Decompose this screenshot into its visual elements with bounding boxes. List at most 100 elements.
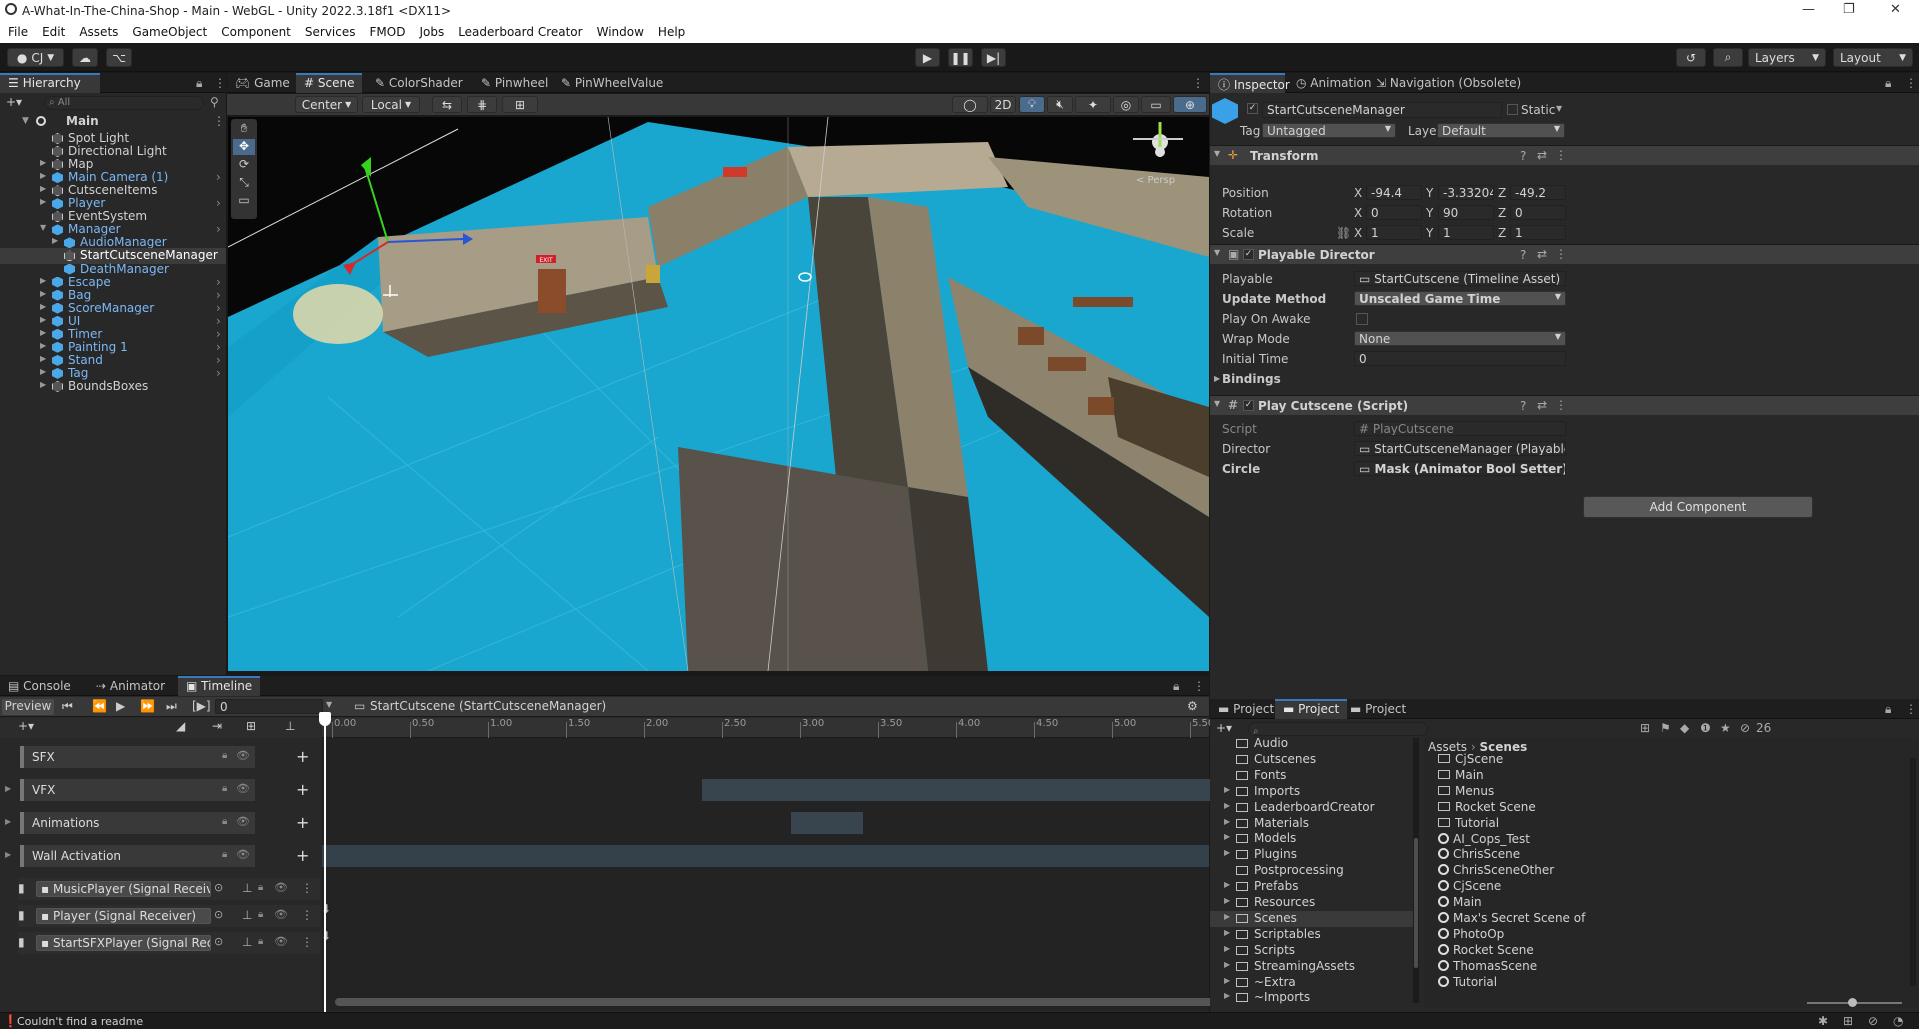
chevron-right-icon[interactable]: ▶ (1224, 880, 1230, 889)
lock-icon[interactable]: 🔒︎ (258, 936, 263, 947)
chevron-right-icon[interactable]: ▶ (1224, 928, 1230, 937)
tab-project-2[interactable]: ▬ Project (1275, 699, 1348, 719)
kebab-menu-icon[interactable]: ⋮ (301, 908, 313, 922)
tag-dropdown[interactable]: Untagged ▼ (1262, 123, 1396, 138)
chevron-right-icon[interactable]: ▶ (1224, 848, 1230, 857)
playable-director-header[interactable]: ▼ ▣ ✓ Playable Director ? ⇄ ⋮ (1210, 244, 1919, 264)
chevron-down-icon[interactable]: ▼ (326, 700, 332, 709)
eye-icon[interactable]: 👁︎ (274, 908, 288, 921)
project-subfolder-item[interactable]: Rocket Scene (1438, 800, 1908, 816)
project-subfolder-item[interactable]: Main (1438, 768, 1908, 784)
gear-icon[interactable]: ⚙ (1187, 699, 1198, 713)
chevron-right-icon[interactable]: ▶ (1214, 374, 1220, 383)
collab-button[interactable]: ⌥ (106, 48, 132, 67)
kebab-menu-icon[interactable]: ⋮ (1555, 398, 1567, 412)
chevron-right-icon[interactable]: ▶ (40, 302, 46, 311)
axis-z-label[interactable]: Z (1498, 226, 1506, 240)
signal-marker-icon[interactable]: ⬇ (321, 929, 331, 943)
kebab-menu-icon[interactable]: ⋮ (214, 76, 226, 90)
chevron-right-icon[interactable]: ▶ (40, 367, 46, 376)
scale-tool-icon[interactable]: ⤡ (233, 175, 255, 191)
tab-inspector[interactable]: ⓘ Inspector (1210, 73, 1290, 93)
increment-snap-button[interactable]: ⊞ (502, 96, 538, 113)
kebab-menu-icon[interactable]: ⋮ (1193, 679, 1205, 693)
hand-tool-icon[interactable]: ✋︎ (233, 121, 255, 137)
axis-x-label[interactable]: X (1354, 186, 1362, 200)
playable-field[interactable]: ▭ StartCutscene (Timeline Asset) (1354, 271, 1566, 286)
chevron-right-icon[interactable]: ▶ (1224, 896, 1230, 905)
transform-pos-z-field[interactable]: -49.2 (1510, 185, 1566, 200)
timeline-scrollbar[interactable] (335, 998, 1355, 1006)
lock-icon[interactable]: 🔒︎ (1885, 702, 1891, 717)
menu-leaderboard-creator[interactable]: Leaderboard Creator (450, 22, 588, 39)
add-clip-icon[interactable]: + (296, 747, 309, 766)
add-clip-icon[interactable]: + (296, 846, 309, 865)
tab-project-3[interactable]: ▬ Project (1342, 699, 1414, 719)
add-component-button[interactable]: Add Component (1583, 496, 1813, 518)
rect-tool-icon[interactable]: ▭ (233, 193, 255, 209)
lock-icon[interactable]: 🔒︎ (196, 76, 202, 91)
project-folder-item[interactable]: ▶ Prefabs (1210, 879, 1413, 895)
play-cutscene-header[interactable]: ▼ # ✓ Play Cutscene (Script) ? ⇄ ⋮ (1210, 395, 1919, 415)
preset-icon[interactable]: ⇄ (1537, 247, 1547, 261)
chevron-right-icon[interactable]: ▶ (5, 784, 11, 793)
project-folder-item[interactable]: ▶ Materials (1210, 816, 1413, 832)
tab-animation[interactable]: ◷ Animation (1288, 73, 1379, 93)
project-subfolder-item[interactable]: Menus (1438, 784, 1908, 800)
signal-receiver-field[interactable]: ▪ StartSFXPlayer (Signal Rece (36, 935, 211, 951)
space-dropdown[interactable]: Local ▼ (362, 96, 420, 113)
scene-asset-item[interactable]: PhotoOp (1438, 927, 1908, 943)
project-folder-item[interactable]: Cutscenes (1210, 752, 1413, 768)
toggle-2d-button[interactable]: 2D (990, 96, 1016, 113)
project-folder-item[interactable]: ▶ ~Imports (1210, 990, 1413, 1006)
chevron-right-icon[interactable]: ▶ (40, 197, 46, 206)
previous-frame-icon[interactable]: ⏪ (92, 699, 107, 713)
debug-icon[interactable]: ✱ (1818, 1014, 1828, 1028)
project-folder-item[interactable]: ▶ LeaderboardCreator (1210, 800, 1413, 816)
kebab-menu-icon[interactable]: ⋮ (213, 114, 225, 128)
pin-icon[interactable]: ⊥ (242, 935, 252, 949)
eye-icon[interactable]: 👁︎ (274, 935, 288, 948)
transform-scale-x-field[interactable]: 1 (1366, 225, 1422, 240)
loop-icon[interactable]: [▶] (192, 699, 211, 713)
timeline-track[interactable]: VFX 🔒︎ 👁︎ (20, 779, 255, 801)
hierarchy-scene-row[interactable]: ▼ Main ⋮ (0, 114, 226, 130)
layer-dropdown[interactable]: Default ▼ (1437, 123, 1565, 138)
kebab-menu-icon[interactable]: ⋮ (1555, 148, 1567, 162)
snap-icon[interactable]: ⊞ (246, 719, 256, 733)
kebab-menu-icon[interactable]: ⋮ (1905, 702, 1917, 716)
lock-icon[interactable]: 🔒︎ (222, 849, 227, 860)
audio-toggle[interactable]: 🔇︎ (1047, 96, 1073, 113)
lock-icon[interactable]: 🔒︎ (222, 783, 227, 794)
axis-z-label[interactable]: Z (1498, 186, 1506, 200)
scene-asset-item[interactable]: AI_Cops_Test (1438, 832, 1908, 848)
circle-field[interactable]: ▭ Mask (Animator Bool Setter) (1354, 461, 1566, 476)
menu-jobs[interactable]: Jobs (411, 22, 450, 39)
project-subfolder-item[interactable]: Tutorial (1438, 816, 1908, 832)
add-icon[interactable]: +▾ (1216, 721, 1232, 735)
chevron-right-icon[interactable]: › (216, 353, 221, 367)
active-checkbox[interactable]: ✓ (1247, 103, 1258, 114)
menu-window[interactable]: Window (589, 22, 650, 39)
add-icon[interactable]: +▾ (6, 95, 22, 109)
project-folder-item[interactable]: Fonts (1210, 768, 1413, 784)
scene-asset-item[interactable]: ChrisSceneOther (1438, 863, 1908, 879)
help-icon[interactable]: ? (1520, 149, 1526, 163)
transform-rot-z-field[interactable]: 0 (1510, 205, 1566, 220)
chevron-right-icon[interactable]: ▶ (40, 184, 46, 193)
project-folder-item[interactable]: ▶ Resources (1210, 895, 1413, 911)
update-method-dropdown[interactable]: Unscaled Game Time ▼ (1354, 291, 1566, 306)
chevron-right-icon[interactable]: ▶ (5, 850, 11, 859)
favorite-icon[interactable]: ★ (1720, 721, 1731, 735)
transform-rot-x-field[interactable]: 0 (1366, 205, 1422, 220)
playhead[interactable] (324, 712, 326, 1012)
component-enabled-checkbox[interactable]: ✓ (1243, 249, 1254, 260)
create-icon[interactable]: ⊞ (1640, 721, 1650, 735)
project-folder-item[interactable]: ▶ StreamingAssets (1210, 959, 1413, 975)
lighting-toggle[interactable]: 💡︎ (1019, 96, 1045, 113)
playhead-handle[interactable] (319, 712, 331, 726)
target-icon[interactable]: ⊙ (214, 935, 223, 948)
tab-colorshader[interactable]: ✎ ColorShader (367, 73, 471, 93)
axis-y-label[interactable]: Y (1426, 186, 1433, 200)
lock-icon[interactable]: 🔒︎ (258, 909, 263, 920)
